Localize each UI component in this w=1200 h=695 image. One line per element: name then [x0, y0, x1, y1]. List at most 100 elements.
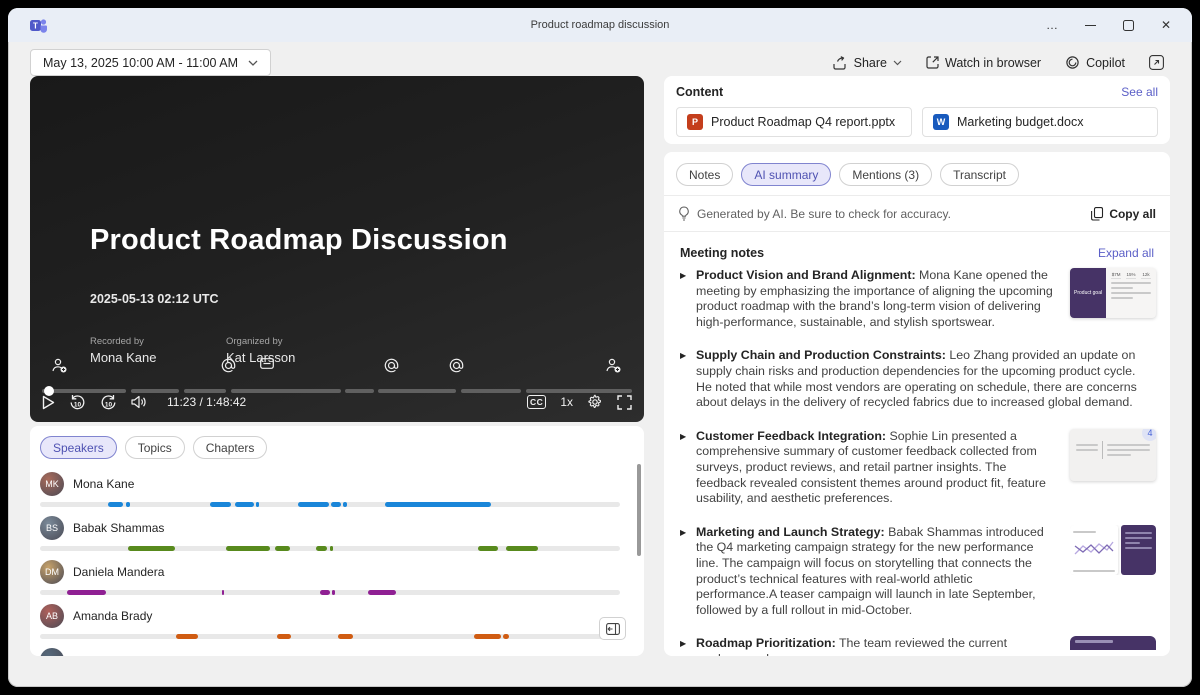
- speaker-name: Amanda Brady: [73, 609, 152, 623]
- avatar: AB: [40, 604, 64, 628]
- note-text: Marketing and Launch Strategy: Babak Sha…: [696, 525, 1054, 619]
- file-name: Product Roadmap Q4 report.pptx: [711, 115, 895, 129]
- minimize-button[interactable]: [1074, 12, 1106, 38]
- tab-speakers[interactable]: Speakers: [40, 436, 117, 459]
- file-chip-docx[interactable]: W Marketing budget.docx: [922, 107, 1158, 137]
- copy-all-label: Copy all: [1109, 207, 1156, 221]
- scrollbar[interactable]: [637, 464, 641, 556]
- settings-gear-icon[interactable]: [587, 394, 603, 410]
- expand-bullet-icon[interactable]: ▶: [680, 348, 696, 410]
- expand-all-link[interactable]: Expand all: [1098, 246, 1154, 260]
- tab-transcript[interactable]: Transcript: [940, 163, 1019, 186]
- speaker-row: MK Mona Kane: [30, 463, 644, 507]
- popout-button[interactable]: [1149, 55, 1164, 70]
- note-text: Product Vision and Brand Alignment: Mona…: [696, 268, 1054, 330]
- speaker-name: Babak Shammas: [73, 521, 164, 535]
- speaker-name: Mona Kane: [73, 477, 134, 491]
- rewind-10-icon[interactable]: 10: [69, 394, 86, 411]
- popout-icon: [1149, 55, 1164, 70]
- meeting-note-item[interactable]: ▶ Marketing and Launch Strategy: Babak S…: [680, 525, 1156, 619]
- chevron-down-icon: [248, 60, 258, 66]
- note-text: Supply Chain and Production Constraints:…: [696, 348, 1144, 410]
- captions-icon[interactable]: CC: [527, 395, 546, 409]
- speakers-panel: Speakers Topics Chapters MK Mona Kane BS B…: [30, 426, 644, 656]
- copy-all-button[interactable]: Copy all: [1091, 207, 1156, 221]
- slide-thumbnail[interactable]: [1070, 636, 1156, 650]
- tag-marker-icon[interactable]: [260, 358, 274, 369]
- copilot-icon: [1065, 55, 1080, 70]
- share-icon: [833, 56, 848, 70]
- file-chip-pptx[interactable]: P Product Roadmap Q4 report.pptx: [676, 107, 912, 137]
- file-row: P Product Roadmap Q4 report.pptx W Market…: [676, 107, 1158, 137]
- maximize-button[interactable]: [1112, 12, 1144, 38]
- video-timestamp: 2025-05-13 02:12 UTC: [90, 292, 219, 306]
- note-text: Customer Feedback Integration: Sophie Li…: [696, 429, 1054, 507]
- date-range-dropdown[interactable]: May 13, 2025 10:00 AM - 11:00 AM: [30, 49, 271, 76]
- at-marker-icon[interactable]: [449, 358, 464, 373]
- at-marker-icon[interactable]: [221, 358, 236, 373]
- avatar: MK: [40, 472, 64, 496]
- person-add-marker-icon[interactable]: [605, 358, 621, 373]
- tab-chapters[interactable]: Chapters: [193, 436, 268, 459]
- close-button[interactable]: ✕: [1150, 12, 1182, 38]
- slide-thumbnail[interactable]: Product goal $7M15%12k: [1070, 268, 1156, 318]
- expand-bullet-icon[interactable]: ▶: [680, 268, 696, 330]
- share-button[interactable]: Share: [833, 56, 902, 70]
- copilot-button[interactable]: Copilot: [1065, 55, 1125, 70]
- open-in-browser-icon: [926, 56, 939, 69]
- tab-mentions-3-[interactable]: Mentions (3): [839, 163, 932, 186]
- expand-bullet-icon[interactable]: ▶: [680, 636, 696, 656]
- svg-text:10: 10: [105, 401, 113, 408]
- meeting-notes-title: Meeting notes: [680, 246, 764, 260]
- slide-thumbnail[interactable]: [1070, 525, 1156, 575]
- more-window-button[interactable]: …: [1036, 12, 1068, 38]
- volume-icon[interactable]: [131, 395, 147, 409]
- open-side-pane-button[interactable]: [599, 617, 626, 640]
- mention-badge: 4: [1142, 429, 1156, 441]
- expand-bullet-icon[interactable]: ▶: [680, 429, 696, 507]
- speaker-row: BS Babak Shammas: [30, 507, 644, 551]
- notes-card: Notes AI summary Mentions (3) Transcript Ge…: [664, 152, 1170, 656]
- expand-bullet-icon[interactable]: ▶: [680, 525, 696, 619]
- timeline-markers: [42, 358, 632, 380]
- app-window: T Product roadmap discussion … ✕ May 13,…: [8, 8, 1192, 687]
- avatar: BS: [40, 516, 64, 540]
- player-controls: 10 10 11:23 / 1:48:42 CC 1x: [42, 390, 632, 414]
- speaker-name: Daniela Mandera: [73, 565, 164, 579]
- see-all-link[interactable]: See all: [1121, 85, 1158, 99]
- copy-icon: [1091, 207, 1103, 221]
- play-icon[interactable]: [42, 395, 55, 410]
- person-add-marker-icon[interactable]: [51, 358, 67, 373]
- titlebar: T Product roadmap discussion … ✕: [8, 8, 1192, 42]
- playback-time: 11:23 / 1:48:42: [167, 395, 246, 409]
- forward-10-icon[interactable]: 10: [100, 394, 117, 411]
- playback-speed-button[interactable]: 1x: [560, 395, 573, 409]
- speaker-row: [30, 639, 644, 656]
- svg-text:10: 10: [74, 401, 82, 408]
- meeting-note-item[interactable]: ▶ Customer Feedback Integration: Sophie …: [680, 429, 1156, 507]
- fullscreen-icon[interactable]: [617, 395, 632, 410]
- content-title: Content: [676, 85, 723, 99]
- tab-notes[interactable]: Notes: [676, 163, 733, 186]
- meeting-note-item[interactable]: ▶ Product Vision and Brand Alignment: Mo…: [680, 268, 1156, 330]
- share-label: Share: [854, 56, 887, 70]
- ai-disclaimer-row: Generated by AI. Be sure to check for ac…: [664, 196, 1170, 232]
- content-card: Content See all P Product Roadmap Q4 rep…: [664, 76, 1170, 144]
- notes-tabs: Notes AI summary Mentions (3) Transcript: [664, 152, 1170, 196]
- pptx-file-icon: P: [687, 114, 703, 130]
- meeting-note-item[interactable]: ▶ Roadmap Prioritization: The team revie…: [680, 636, 1156, 656]
- speaker-row: DM Daniela Mandera: [30, 551, 644, 595]
- tab-ai-summary[interactable]: AI summary: [741, 163, 831, 186]
- slide-thumbnail[interactable]: 4: [1070, 429, 1156, 481]
- video-player[interactable]: Product Roadmap Discussion 2025-05-13 02…: [30, 76, 644, 422]
- watch-in-browser-button[interactable]: Watch in browser: [926, 56, 1041, 70]
- date-range-label: May 13, 2025 10:00 AM - 11:00 AM: [43, 56, 238, 70]
- recorded-by-label: Recorded by: [90, 336, 144, 347]
- file-name: Marketing budget.docx: [957, 115, 1083, 129]
- avatar: DM: [40, 560, 64, 584]
- tab-topics[interactable]: Topics: [125, 436, 185, 459]
- avatar: [40, 648, 64, 656]
- organized-by-label: Organized by: [226, 336, 283, 347]
- meeting-note-item[interactable]: ▶ Supply Chain and Production Constraint…: [680, 348, 1156, 410]
- at-marker-icon[interactable]: [384, 358, 399, 373]
